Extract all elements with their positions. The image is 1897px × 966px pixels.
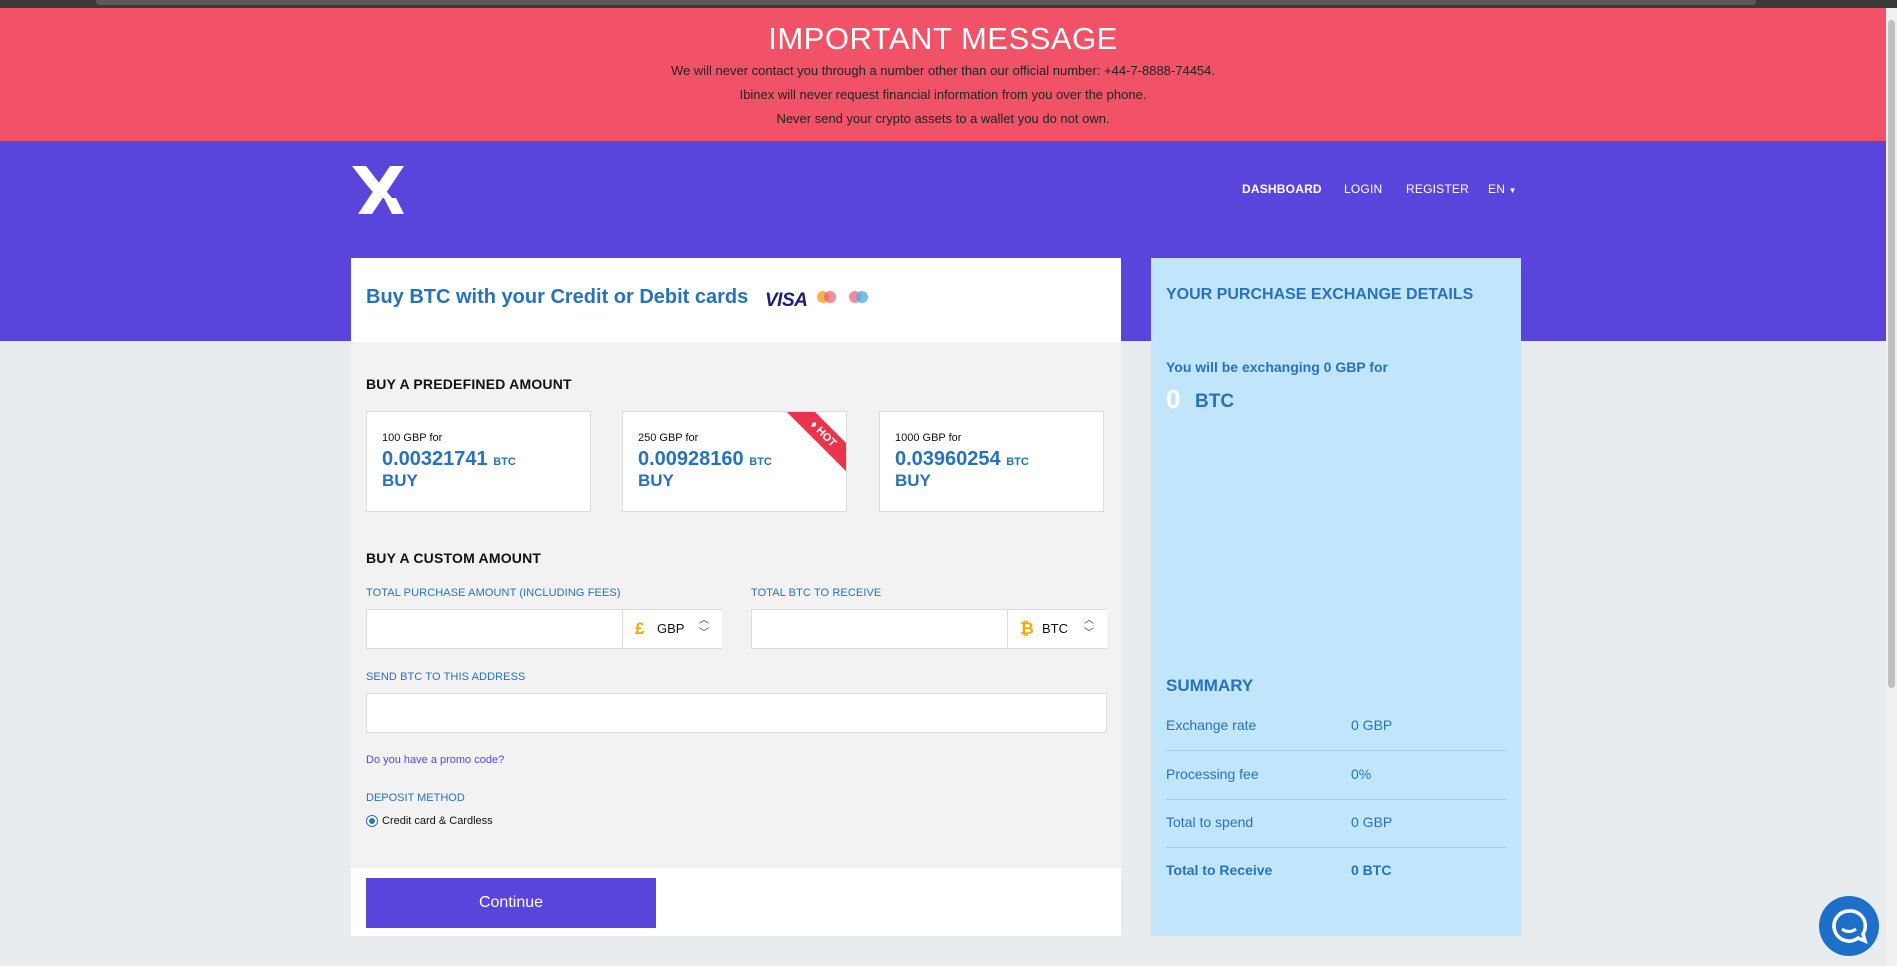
predefined-option-100[interactable]: 100 GBP for 0.00321741 BTC BUY bbox=[366, 411, 591, 512]
receive-currency-code: BTC bbox=[1042, 621, 1068, 636]
scrollbar-thumb[interactable] bbox=[1888, 20, 1895, 688]
summary-key: Total to spend bbox=[1166, 814, 1254, 830]
sort-arrows-icon: ︿ ﹀ bbox=[1084, 615, 1094, 639]
banner-line-2: Ibinex will never request financial info… bbox=[739, 87, 1147, 102]
deposit-method-radio[interactable] bbox=[366, 815, 378, 827]
pound-icon: £ bbox=[635, 619, 645, 638]
predefined-buy: BUY bbox=[895, 471, 931, 490]
summary-value: 0% bbox=[1351, 766, 1372, 782]
exchanging-text: You will be exchanging 0 GBP for bbox=[1166, 359, 1388, 375]
summary-value: 0 GBP bbox=[1351, 814, 1393, 830]
predefined-option-1000[interactable]: 1000 GBP for 0.03960254 BTC BUY bbox=[879, 411, 1104, 512]
btc-address-input[interactable] bbox=[367, 694, 1106, 732]
predefined-buy: BUY bbox=[382, 471, 418, 490]
continue-button[interactable]: Continue bbox=[366, 878, 656, 928]
receive-btc-input[interactable] bbox=[752, 610, 1007, 648]
predefined-amount: 0.00928160 BTC bbox=[638, 448, 772, 470]
summary-value: 0 BTC bbox=[1351, 862, 1392, 878]
summary-key: Processing fee bbox=[1166, 766, 1259, 782]
browser-top-strip-inner bbox=[96, 0, 1756, 5]
maestro-icon bbox=[849, 291, 869, 305]
exchange-details-panel: YOUR PURCHASE EXCHANGE DETAILS You will … bbox=[1151, 258, 1521, 936]
buy-card: Buy BTC with your Credit or Debit cards … bbox=[351, 258, 1121, 936]
visa-logo: VISA bbox=[765, 290, 808, 311]
predefined-amount-title: BUY A PREDEFINED AMOUNT bbox=[366, 376, 572, 392]
browser-top-strip bbox=[0, 0, 1897, 8]
banner-line-3: Never send your crypto assets to a walle… bbox=[776, 111, 1110, 126]
banner-title: IMPORTANT MESSAGE bbox=[768, 21, 1118, 56]
summary-row-total-receive: Total to Receive 0 BTC bbox=[1166, 848, 1506, 896]
nav-login[interactable]: LOGIN bbox=[1344, 182, 1382, 196]
predefined-buy: BUY bbox=[638, 471, 674, 490]
important-message-banner: IMPORTANT MESSAGE We will never contact … bbox=[0, 8, 1886, 141]
ibinex-logo-icon[interactable] bbox=[350, 164, 406, 216]
predefined-for: 250 GBP for bbox=[638, 432, 699, 444]
custom-amount-title: BUY A CUSTOM AMOUNT bbox=[366, 550, 542, 566]
summary-key: Exchange rate bbox=[1166, 717, 1257, 733]
btc-receive-amount: 0 bbox=[1166, 384, 1181, 414]
receive-btc-field: ₿ BTC ︿ ﹀ bbox=[751, 609, 1107, 649]
banner-line-1: We will never contact you through a numb… bbox=[670, 63, 1216, 78]
address-field bbox=[366, 693, 1107, 733]
purchase-currency-select[interactable]: £ GBP ︿ ﹀ bbox=[622, 610, 722, 648]
summary-key: Total to Receive bbox=[1166, 862, 1273, 878]
purchase-currency-code: GBP bbox=[657, 621, 685, 636]
summary-row-exchange-rate: Exchange rate 0 GBP bbox=[1166, 703, 1506, 751]
predefined-option-250[interactable]: 250 GBP for 0.00928160 BTC BUY ♦ HOT bbox=[622, 411, 847, 512]
buy-card-header: Buy BTC with your Credit or Debit cards … bbox=[351, 258, 1121, 342]
predefined-amount: 0.00321741 BTC bbox=[382, 448, 516, 470]
deposit-method-option-label[interactable]: Credit card & Cardless bbox=[382, 815, 493, 827]
buy-card-footer: Continue bbox=[351, 868, 1121, 936]
receive-btc-label: TOTAL BTC TO RECEIVE bbox=[751, 587, 882, 599]
buy-card-title: Buy BTC with your Credit or Debit cards bbox=[366, 286, 749, 308]
sort-arrows-icon: ︿ ﹀ bbox=[699, 615, 709, 639]
purchase-amount-input[interactable] bbox=[367, 610, 622, 648]
caret-down-icon: ▼ bbox=[1508, 186, 1517, 195]
summary-value: 0 GBP bbox=[1351, 717, 1393, 733]
nav-language-select[interactable]: EN ▼ bbox=[1488, 182, 1517, 196]
chat-button[interactable] bbox=[1819, 896, 1879, 956]
nav-dashboard[interactable]: DASHBOARD bbox=[1242, 182, 1322, 196]
summary-title: SUMMARY bbox=[1166, 676, 1254, 695]
deposit-method-label: DEPOSIT METHOD bbox=[366, 792, 465, 804]
predefined-for: 1000 GBP for bbox=[895, 432, 962, 444]
page-scrollbar[interactable] bbox=[1886, 8, 1897, 966]
btc-receive-unit: BTC bbox=[1195, 391, 1235, 412]
predefined-amount: 0.03960254 BTC bbox=[895, 448, 1029, 470]
summary-row-processing-fee: Processing fee 0% bbox=[1166, 752, 1506, 800]
hot-ribbon: ♦ HOT bbox=[784, 412, 846, 473]
purchase-amount-field: £ GBP ︿ ﹀ bbox=[366, 609, 722, 649]
predefined-for: 100 GBP for bbox=[382, 432, 443, 444]
nav-register[interactable]: REGISTER bbox=[1406, 182, 1469, 196]
bitcoin-icon: ₿ bbox=[1020, 619, 1034, 638]
address-label: SEND BTC TO THIS ADDRESS bbox=[366, 671, 526, 683]
receive-currency-select[interactable]: ₿ BTC ︿ ﹀ bbox=[1007, 610, 1107, 648]
exchange-details-title: YOUR PURCHASE EXCHANGE DETAILS bbox=[1166, 286, 1474, 303]
summary-row-total-spend: Total to spend 0 GBP bbox=[1166, 800, 1506, 848]
language-label: EN bbox=[1488, 182, 1506, 196]
purchase-amount-label: TOTAL PURCHASE AMOUNT (INCLUDING FEES) bbox=[366, 587, 621, 599]
mastercard-icon bbox=[817, 291, 837, 305]
promo-code-link[interactable]: Do you have a promo code? bbox=[366, 754, 504, 766]
chat-bubble-icon bbox=[1832, 909, 1868, 945]
